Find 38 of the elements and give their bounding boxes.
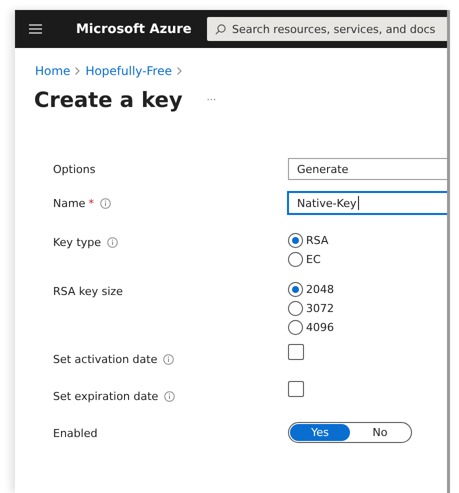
radio-button[interactable] — [288, 233, 303, 248]
search-field[interactable]: Search resources, services, and docs — [207, 17, 447, 41]
info-icon[interactable] — [164, 390, 176, 402]
info-icon[interactable] — [163, 354, 174, 364]
radio-button[interactable] — [288, 320, 303, 335]
search-icon — [215, 24, 226, 34]
chevron-icon — [177, 67, 182, 75]
radio-button[interactable] — [288, 282, 303, 297]
radio-label: 3072 — [306, 302, 334, 315]
radio-label: 4096 — [306, 321, 334, 334]
required-mark: * — [88, 196, 94, 210]
breadcrumb-link[interactable]: Hopefully-Free — [85, 64, 172, 78]
info-icon[interactable] — [107, 236, 118, 248]
breadcrumb-link[interactable]: Home — [35, 64, 70, 78]
brand-name[interactable]: Microsoft Azure — [76, 22, 207, 36]
field-label: Set activation date — [53, 352, 158, 366]
options-dropdown[interactable]: Generate — [288, 158, 447, 180]
field-label: Options — [53, 162, 96, 176]
more-icon[interactable]: ··· — [206, 94, 216, 106]
radio-label: RSA — [306, 234, 328, 247]
field-label: RSA key size — [53, 284, 123, 298]
page-title: Create a key — [34, 88, 183, 112]
radio-label: EC — [306, 253, 321, 266]
menu-icon[interactable] — [29, 24, 42, 34]
field-label: Key type — [53, 236, 102, 248]
toggle-option[interactable]: No — [350, 424, 410, 441]
field-label: Enabled — [53, 426, 98, 440]
radio-label: 2048 — [306, 283, 334, 296]
checkbox[interactable] — [288, 344, 304, 360]
field-label: Name — [53, 196, 86, 210]
checkbox[interactable] — [288, 381, 304, 397]
toggle-option[interactable]: Yes — [290, 424, 350, 441]
radio-button[interactable] — [288, 252, 303, 267]
field-label: Set expiration date — [53, 390, 158, 402]
radio-button[interactable] — [288, 301, 303, 316]
chevron-icon — [75, 67, 80, 75]
info-icon[interactable] — [100, 198, 111, 208]
name-field[interactable]: Native-Key — [288, 192, 447, 214]
